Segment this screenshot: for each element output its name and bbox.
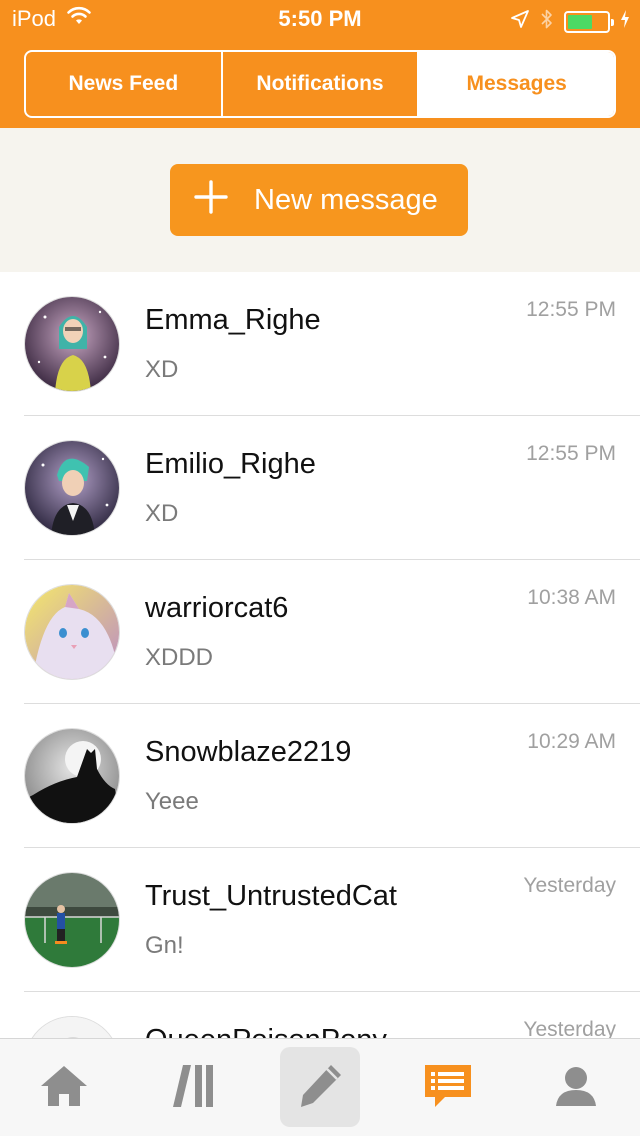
avatar (24, 584, 120, 680)
message-list: Emma_Righe XD 12:55 PM Emilio_Righe XD 1… (0, 272, 640, 1038)
new-message-label: New message (254, 183, 438, 216)
status-right (510, 8, 630, 35)
message-time: 12:55 PM (526, 442, 616, 465)
message-time: 12:55 PM (526, 298, 616, 321)
avatar (24, 440, 120, 536)
message-time: 10:29 AM (527, 730, 616, 753)
message-preview: Yeee (145, 788, 199, 815)
message-sender: Trust_UntrustedCat (145, 880, 397, 912)
message-row[interactable]: Snowblaze2219 Yeee 10:29 AM (0, 704, 640, 848)
charging-bolt-icon (620, 9, 630, 34)
tab-news-feed[interactable]: News Feed (26, 52, 221, 116)
message-time: 10:38 AM (527, 586, 616, 609)
message-preview: Gn! (145, 932, 184, 959)
tab-messages[interactable]: Messages (417, 52, 614, 116)
tab-messages-bottom[interactable] (384, 1039, 512, 1136)
message-preview: XDDD (145, 644, 214, 671)
bluetooth-icon (540, 8, 554, 35)
message-row[interactable]: QueenPoisonPony Yesterday (0, 992, 640, 1038)
message-row[interactable]: warriorcat6 XDDD 10:38 AM (0, 560, 640, 704)
message-time: Yesterday (523, 1018, 616, 1038)
messages-icon (423, 1063, 473, 1114)
segmented-control: News Feed Notifications Messages (24, 50, 616, 118)
message-time: Yesterday (523, 874, 616, 897)
feed-icon (169, 1063, 215, 1114)
tab-compose[interactable] (256, 1039, 384, 1136)
message-sender: Snowblaze2219 (145, 736, 352, 768)
message-row[interactable]: Trust_UntrustedCat Gn! Yesterday (0, 848, 640, 992)
avatar (24, 728, 120, 824)
avatar (24, 872, 120, 968)
plus-icon (194, 172, 228, 222)
message-row[interactable]: Emma_Righe XD 12:55 PM (0, 272, 640, 416)
home-icon (39, 1064, 89, 1113)
tab-notifications[interactable]: Notifications (220, 52, 418, 116)
message-preview: XD (145, 500, 179, 527)
message-sender: QueenPoisonPony (145, 1024, 387, 1038)
message-row[interactable]: Emilio_Righe XD 12:55 PM (0, 416, 640, 560)
tab-feed[interactable] (128, 1039, 256, 1136)
message-preview: XD (145, 356, 179, 383)
location-arrow-icon (510, 9, 530, 34)
new-message-button[interactable]: New message (170, 164, 468, 236)
tab-home[interactable] (0, 1039, 128, 1136)
app-header: iPod 5:50 PM News Feed Notifications Mes… (0, 0, 640, 128)
compose-area: New message (0, 128, 640, 272)
status-bar: iPod 5:50 PM (0, 0, 640, 40)
avatar (24, 296, 120, 392)
avatar (24, 1016, 120, 1038)
profile-icon (554, 1064, 598, 1113)
message-sender: Emilio_Righe (145, 448, 316, 480)
compose-icon (295, 1061, 345, 1116)
message-sender: warriorcat6 (145, 592, 289, 624)
tab-profile[interactable] (512, 1039, 640, 1136)
message-sender: Emma_Righe (145, 304, 321, 336)
battery-icon (564, 10, 614, 33)
tab-bar (0, 1038, 640, 1136)
